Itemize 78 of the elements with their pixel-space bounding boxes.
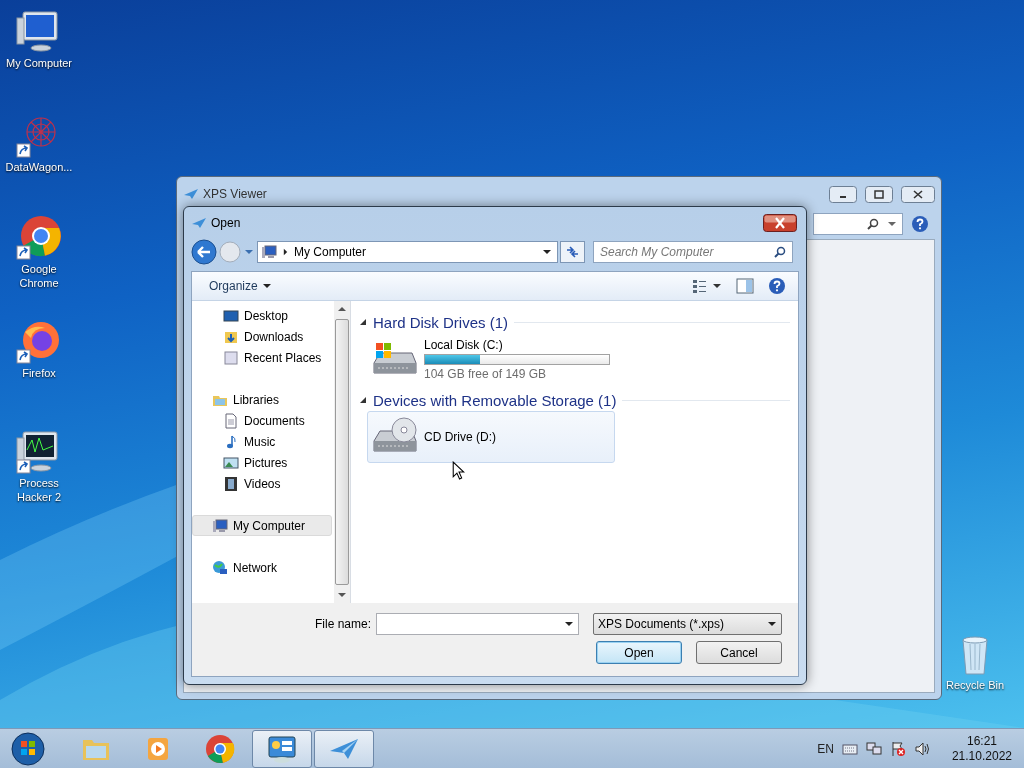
collapse-icon[interactable] xyxy=(359,396,367,404)
caret-icon[interactable] xyxy=(262,283,271,289)
icon-label: My Computer xyxy=(6,56,72,70)
group-header[interactable]: Devices with Removable Storage (1) xyxy=(373,391,617,409)
drive-name: CD Drive (D:) xyxy=(424,430,496,444)
icon-label: Recycle Bin xyxy=(945,678,1005,692)
close-button[interactable] xyxy=(901,185,935,203)
view-options-icon[interactable] xyxy=(692,278,722,294)
nav-item[interactable]: Music xyxy=(192,431,332,452)
flag-icon[interactable] xyxy=(889,740,906,757)
dialog-button[interactable]: Open xyxy=(596,641,682,664)
search-field[interactable] xyxy=(813,213,903,235)
chevron-icon[interactable] xyxy=(283,248,288,256)
scroll-up-icon[interactable] xyxy=(338,306,346,312)
scrollbar[interactable] xyxy=(334,301,350,603)
computer-icon xyxy=(261,244,277,260)
nav-item[interactable]: Network xyxy=(192,557,332,578)
dialog-title: Open xyxy=(211,216,241,230)
chrome-icon[interactable] xyxy=(204,732,236,765)
start-button[interactable] xyxy=(10,730,46,767)
scroll-down-icon[interactable] xyxy=(338,592,346,598)
nav-item[interactable]: Libraries xyxy=(192,389,332,410)
clock-time[interactable]: 16:21 xyxy=(966,733,997,749)
window-title: XPS Viewer xyxy=(203,187,267,201)
minimize-button[interactable] xyxy=(829,185,857,203)
drive-name: Local Disk (C:) xyxy=(424,337,503,352)
caret-icon[interactable] xyxy=(543,249,551,255)
file-name-field[interactable] xyxy=(376,613,579,635)
nav-item[interactable]: Recent Places xyxy=(192,347,332,368)
dialog-button[interactable]: Cancel xyxy=(696,641,782,664)
document-icon xyxy=(223,412,239,429)
network-icon xyxy=(212,559,228,576)
speaker-icon[interactable] xyxy=(913,740,930,757)
taskbar-button[interactable] xyxy=(314,729,374,768)
caret-icon[interactable] xyxy=(565,621,573,627)
icon-label: DataWagon... xyxy=(5,160,73,174)
nav-item[interactable]: Downloads xyxy=(192,326,332,347)
history-caret-icon[interactable] xyxy=(245,249,253,255)
film-icon xyxy=(223,475,239,492)
recent-places-icon xyxy=(223,349,239,366)
search-icon[interactable] xyxy=(773,245,787,259)
refresh-button[interactable] xyxy=(560,241,585,263)
drive-item[interactable]: Local Disk (C:) 104 GB free of 149 GB xyxy=(367,333,615,385)
nav-item[interactable]: Documents xyxy=(192,410,332,431)
taskbar-button[interactable] xyxy=(252,729,312,768)
organize-menu[interactable]: Organize xyxy=(209,279,258,293)
address-text[interactable]: My Computer xyxy=(294,245,367,259)
field-label: File name: xyxy=(314,617,371,631)
group-header[interactable]: Hard Disk Drives (1) xyxy=(373,313,508,331)
mouse-pointer-icon xyxy=(452,461,465,480)
caret-icon[interactable] xyxy=(768,621,776,627)
nav-item[interactable]: Videos xyxy=(192,473,332,494)
scrollbar-thumb[interactable] xyxy=(335,319,349,585)
desktop-icon xyxy=(223,307,239,324)
language-indicator[interactable]: EN xyxy=(817,741,834,756)
file-type-dropdown[interactable]: XPS Documents (*.xps) xyxy=(593,613,782,635)
help-icon[interactable] xyxy=(911,215,929,233)
nav-item[interactable]: Desktop xyxy=(192,305,332,326)
free-space-text: 104 GB free of 149 GB xyxy=(424,366,547,381)
icon-label: Firefox xyxy=(22,366,56,380)
network-icon[interactable] xyxy=(865,740,882,757)
picture-icon xyxy=(223,454,239,471)
search-icon[interactable] xyxy=(866,217,880,231)
back-button[interactable] xyxy=(191,239,217,265)
close-button[interactable] xyxy=(763,214,797,232)
computer-icon xyxy=(212,517,228,534)
chrome-icon[interactable] xyxy=(15,214,63,262)
icon-label: Process Hacker 2 xyxy=(16,476,62,504)
icon-label: Google Chrome xyxy=(18,262,60,290)
address-bar[interactable]: My Computer xyxy=(257,241,558,263)
clock-date[interactable]: 21.10.2022 xyxy=(951,748,1012,764)
drive-item[interactable]: CD Drive (D:) xyxy=(367,411,615,463)
nav-item[interactable]: My Computer xyxy=(192,515,332,536)
maximize-button[interactable] xyxy=(865,185,893,203)
search-field[interactable]: Search My Computer xyxy=(593,241,793,263)
help-icon[interactable] xyxy=(768,277,786,295)
collapse-icon[interactable] xyxy=(359,318,367,326)
nav-item[interactable]: Pictures xyxy=(192,452,332,473)
